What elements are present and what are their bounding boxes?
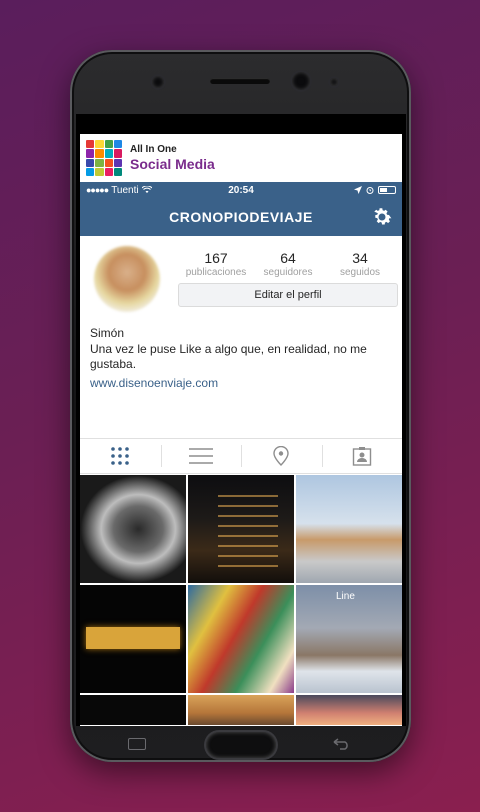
battery-icon xyxy=(378,186,396,194)
stat-following[interactable]: 34 seguidos xyxy=(324,250,396,278)
stat-value: 64 xyxy=(280,250,296,266)
stat-followers[interactable]: 64 seguidores xyxy=(252,250,324,278)
tab-list[interactable] xyxy=(160,439,242,473)
stat-value: 167 xyxy=(204,250,228,266)
back-icon[interactable] xyxy=(332,738,350,750)
bio-text: Una vez le puse Like a algo que, en real… xyxy=(90,342,367,371)
phone-bottom-bar xyxy=(70,726,411,762)
photo-thumbnail[interactable] xyxy=(80,585,186,693)
stat-label: publicaciones xyxy=(185,267,247,278)
clock: 20:54 xyxy=(228,184,254,196)
app-banner: All In One Social Media xyxy=(80,134,402,182)
tagged-user-icon xyxy=(352,447,371,466)
app-logo-icon xyxy=(86,140,122,176)
stat-label: seguidos xyxy=(339,267,381,278)
phone-frame: All In One Social Media ●●●●● Tuenti 20:… xyxy=(70,50,411,762)
photo-overlay-text: Line xyxy=(336,591,355,602)
avatar[interactable] xyxy=(94,246,160,312)
profile-tabs xyxy=(80,438,402,474)
earpiece-speaker xyxy=(210,78,270,84)
photo-thumbnail[interactable] xyxy=(80,695,186,725)
profile-stats: 167 publicaciones 64 seguidores 34 segui… xyxy=(180,250,396,278)
sensor-icon xyxy=(152,76,164,88)
banner-line-1: All In One xyxy=(130,144,177,155)
top-navigation-bar: CRONOPIODEVIAJE xyxy=(80,198,402,236)
phone-screen: All In One Social Media ●●●●● Tuenti 20:… xyxy=(76,114,406,726)
instagram-profile-screen: ●●●●● Tuenti 20:54 CRONOPIODEVIAJE 167 p… xyxy=(80,182,402,726)
sensor-icon xyxy=(330,78,338,86)
banner-line-2: Social Media xyxy=(130,156,215,172)
recent-apps-icon[interactable] xyxy=(128,738,146,750)
home-button[interactable] xyxy=(206,732,276,758)
photo-grid: Line xyxy=(80,475,402,725)
photo-thumbnail[interactable] xyxy=(188,695,294,725)
website-link[interactable]: www.disenoenviaje.com xyxy=(90,376,394,390)
profile-name: Simón xyxy=(90,326,125,340)
stat-posts[interactable]: 167 publicaciones xyxy=(180,250,252,278)
stat-value: 34 xyxy=(352,250,368,266)
photo-thumbnail[interactable] xyxy=(80,475,186,583)
gear-icon[interactable] xyxy=(370,205,394,229)
profile-header: 167 publicaciones 64 seguidores 34 segui… xyxy=(80,236,402,426)
tab-tagged[interactable] xyxy=(321,439,403,473)
photo-thumbnail[interactable]: Line xyxy=(296,585,402,693)
list-icon xyxy=(188,448,213,464)
photo-thumbnail[interactable] xyxy=(188,585,294,693)
profile-bio: Simón Una vez le puse Like a algo que, e… xyxy=(90,326,394,390)
status-bar: ●●●●● Tuenti 20:54 xyxy=(80,182,402,198)
photo-thumbnail[interactable] xyxy=(188,475,294,583)
stat-label: seguidores xyxy=(263,267,313,278)
page-title: CRONOPIODEVIAJE xyxy=(169,209,313,225)
location-pin-icon xyxy=(273,446,289,466)
tab-grid[interactable] xyxy=(80,439,161,473)
photo-thumbnail[interactable] xyxy=(296,475,402,583)
photo-thumbnail[interactable] xyxy=(296,695,402,725)
edit-profile-button[interactable]: Editar el perfil xyxy=(178,283,398,307)
tab-location[interactable] xyxy=(241,439,322,473)
front-camera-icon xyxy=(292,72,310,90)
grid-icon xyxy=(111,447,130,465)
